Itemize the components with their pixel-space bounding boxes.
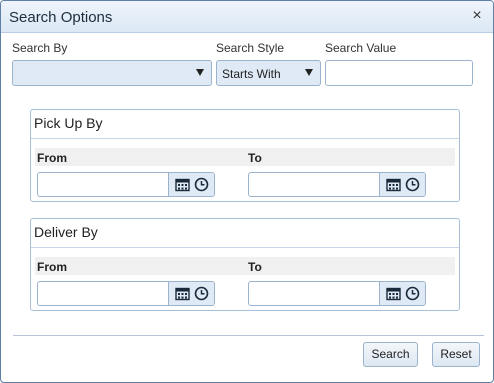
search-options-dialog: Search Options × Search By Search Style … <box>0 0 494 383</box>
pickup-to-datetime-input[interactable] <box>248 172 426 197</box>
pickup-header-row: From To <box>35 148 455 166</box>
calendar-icon[interactable] <box>386 286 401 301</box>
pickup-to-label: To <box>248 151 262 165</box>
chevron-down-icon <box>305 69 313 76</box>
reset-button[interactable]: Reset <box>432 342 480 367</box>
pickup-panel-title: Pick Up By <box>34 115 103 131</box>
deliver-panel-title: Deliver By <box>34 224 98 240</box>
deliver-to-picker-buttons <box>379 282 425 305</box>
clock-icon[interactable] <box>405 286 420 301</box>
pickup-to-picker-buttons <box>379 173 425 196</box>
close-icon[interactable]: × <box>469 8 485 24</box>
search-value-input[interactable] <box>325 60 473 86</box>
deliver-from-label: From <box>37 260 67 274</box>
deliver-divider <box>31 247 459 248</box>
calendar-icon[interactable] <box>175 286 190 301</box>
search-style-label: Search Style <box>216 41 285 55</box>
search-by-label: Search By <box>12 41 68 55</box>
clock-icon[interactable] <box>194 177 209 192</box>
search-style-select[interactable]: Starts With <box>216 60 321 86</box>
calendar-icon[interactable] <box>386 177 401 192</box>
deliver-from-picker-buttons <box>168 282 214 305</box>
pickup-from-label: From <box>37 151 67 165</box>
deliver-from-datetime-input[interactable] <box>37 281 215 306</box>
deliver-to-datetime-input[interactable] <box>248 281 426 306</box>
chevron-down-icon <box>196 69 204 76</box>
deliver-header-row: From To <box>35 257 455 275</box>
clock-icon[interactable] <box>194 286 209 301</box>
search-style-value: Starts With <box>222 67 281 81</box>
search-value-label: Search Value <box>325 41 397 55</box>
pickup-from-picker-buttons <box>168 173 214 196</box>
dialog-title: Search Options <box>9 9 113 26</box>
clock-icon[interactable] <box>405 177 420 192</box>
pickup-from-datetime-input[interactable] <box>37 172 215 197</box>
pickup-divider <box>31 138 459 139</box>
footer-divider <box>13 335 484 336</box>
calendar-icon[interactable] <box>175 177 190 192</box>
deliver-panel: Deliver By From To <box>30 218 460 311</box>
dialog-titlebar: Search Options × <box>1 1 493 33</box>
search-by-select[interactable] <box>12 60 212 86</box>
search-button[interactable]: Search <box>363 342 418 367</box>
deliver-to-label: To <box>248 260 262 274</box>
pickup-panel: Pick Up By From To <box>30 109 460 202</box>
